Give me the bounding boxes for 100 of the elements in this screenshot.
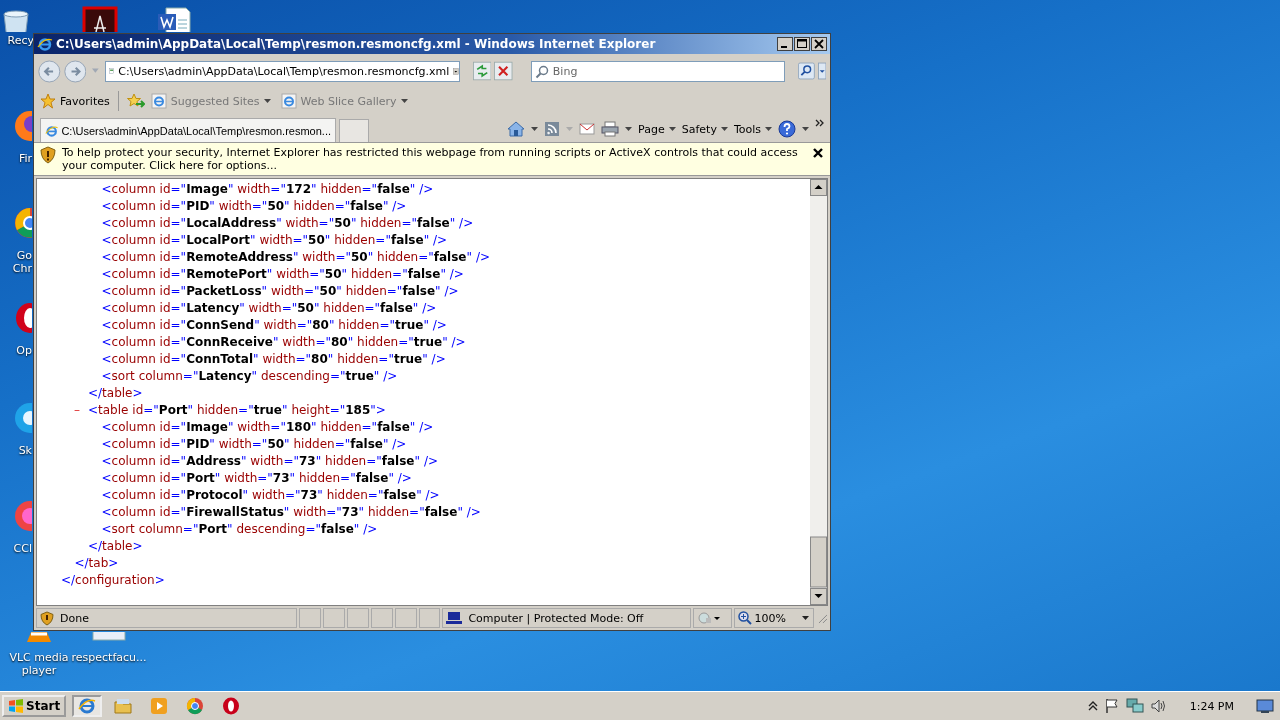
xml-line: <column id="PacketLoss" width="50" hidden="false" />	[101, 283, 459, 300]
forward-button[interactable]	[63, 57, 87, 85]
shield-icon	[40, 610, 54, 626]
zoom-button[interactable]: 100%	[733, 608, 815, 628]
xml-line: <column id="Address" width="73" hidden="false" />	[101, 453, 438, 470]
home-icon[interactable]	[507, 120, 526, 138]
printer-icon[interactable]	[601, 121, 620, 137]
mail-icon[interactable]	[579, 122, 596, 136]
xml-line: </table>	[88, 385, 143, 402]
xml-line: </tab>	[74, 555, 119, 572]
internet-explorer-icon	[150, 93, 167, 109]
xml-line: <column id="LocalAddress" width="50" hidden="false" />	[101, 215, 474, 232]
windows-logo-icon	[8, 698, 24, 714]
caret-icon[interactable]	[817, 61, 826, 81]
caret-icon	[720, 126, 728, 132]
show-desktop-button[interactable]	[1256, 698, 1274, 714]
flag-icon[interactable]	[1103, 698, 1120, 714]
stop-button[interactable]	[494, 60, 513, 82]
back-button[interactable]	[38, 57, 61, 85]
desktop-icon-label[interactable]: Sk	[18, 444, 32, 457]
internet-explorer-icon	[280, 93, 297, 109]
xml-line: <column id="Image" width="180" hidden="false" />	[101, 419, 434, 436]
help-icon[interactable]	[778, 120, 796, 138]
xml-line: <column id="Latency" width="50" hidden="false" />	[101, 300, 437, 317]
caret-icon	[400, 98, 408, 104]
xml-line: <column id="ConnTotal" width="80" hidden="true" />	[101, 351, 446, 368]
command-menu[interactable]: Tools	[733, 122, 772, 136]
speaker-icon[interactable]	[1149, 698, 1168, 714]
xml-line: </configuration>	[61, 572, 165, 589]
search-button[interactable]	[797, 61, 815, 81]
caret-icon[interactable]	[531, 126, 539, 132]
desktop-icon-label[interactable]: Go Chr	[12, 249, 32, 275]
information-bar[interactable]: To help protect your security, Internet Explorer has restricted this webpage from running scripts or ActiveX controls that could access your computer. Click here for options...	[34, 142, 830, 176]
caret-icon	[765, 126, 772, 132]
caret-icon[interactable]	[625, 126, 633, 132]
xml-line: <column id="PID" width="50" hidden="false" />	[101, 436, 407, 453]
pdf-document-icon[interactable]	[82, 6, 118, 32]
caret-icon	[802, 615, 810, 621]
xml-line: <column id="RemotePort" width="50" hidden="false" />	[101, 266, 464, 283]
window-title: C:\Users\admin\AppData\Local\Temp\resmon.resmoncfg.xml - Windows Internet Explorer	[56, 37, 657, 51]
xml-line: <column id="Port" width="73" hidden="false" />	[101, 470, 412, 487]
chevron-icon[interactable]	[815, 119, 824, 127]
internet-explorer-icon	[77, 696, 98, 716]
minimize-button[interactable]	[777, 37, 793, 51]
address-field[interactable]: C:\Users\admin\AppData\Local\Temp\resmon.resmoncfg.xml	[104, 60, 460, 82]
internet-explorer-icon	[37, 36, 53, 52]
status-panel	[323, 608, 345, 628]
start-button[interactable]: Start	[2, 695, 67, 717]
close-button[interactable]	[811, 37, 827, 51]
xml-line: <table id="Port" hidden="true" height="185">	[88, 402, 386, 419]
chevron-up-icon[interactable]	[1087, 700, 1098, 712]
refresh-button[interactable]	[472, 60, 492, 82]
browser-tab[interactable]: C:\Users\admin\AppData\Local\Temp\resmon.resmon...	[40, 118, 336, 142]
collapse-toggle[interactable]: –	[74, 402, 88, 419]
xml-line: <column id="RemoteAddress" width="50" hidden="false" />	[101, 249, 490, 266]
folder-icon	[113, 696, 134, 716]
opera-icon	[221, 696, 242, 716]
status-panel	[299, 608, 322, 628]
favorites-button[interactable]: Favorites	[40, 93, 110, 109]
resize-grip-icon	[816, 612, 828, 624]
desktop-icon-label[interactable]: respectfacu...	[71, 651, 147, 664]
taskbar-button[interactable]	[72, 695, 103, 717]
xml-line: <column id="ConnReceive" width="80" hidden="true" />	[101, 334, 466, 351]
zoom-icon	[737, 611, 752, 625]
xml-line: </table>	[88, 538, 143, 555]
desktop-icon-label[interactable]: Op	[16, 344, 32, 357]
close-icon[interactable]	[812, 147, 824, 159]
network-icon[interactable]	[1125, 698, 1144, 714]
scroll-bar[interactable]	[810, 179, 827, 605]
desktop-icon-label[interactable]: VLC media player	[6, 651, 72, 677]
computer-icon	[446, 611, 463, 625]
xml-line: <column id="Image" width="172" hidden="false" />	[101, 181, 434, 198]
status-panel	[347, 608, 369, 628]
desktop-icon-label[interactable]: Recy	[7, 34, 34, 47]
maximize-button[interactable]	[794, 37, 810, 51]
caret-icon	[263, 98, 271, 104]
status-panel	[370, 608, 393, 628]
desktop-icon-label[interactable]: Fir	[18, 152, 32, 165]
security-zone-text: Computer | Protected Mode: Off	[468, 611, 644, 625]
xml-line: <column id="Protocol" width="73" hidden="false" />	[101, 487, 440, 504]
command-menu[interactable]: Page	[638, 122, 676, 136]
information-bar-message: To help protect your security, Internet Explorer has restricted this webpage from running scripts or ActiveX controls that could access your computer. Click here for options...	[62, 146, 799, 172]
clock-text: 1:24 PM	[1189, 699, 1234, 713]
status-panel	[418, 608, 441, 628]
caret-icon	[668, 126, 676, 132]
rss-feed-icon[interactable]	[544, 121, 561, 137]
search-field[interactable]: Bing	[530, 60, 785, 82]
xml-line: <column id="FirewallStatus" width="73" hidden="false" />	[101, 504, 481, 521]
search-icon	[534, 64, 549, 79]
media-player-icon	[149, 696, 170, 716]
xml-line: <sort column="Latency" descending="true" />	[101, 368, 398, 385]
status-panel	[394, 608, 417, 628]
xml-line: <column id="ConnSend" width="80" hidden="true" />	[101, 317, 447, 334]
xml-line: <column id="LocalPort" width="50" hidden="false" />	[101, 232, 448, 249]
xml-line: <column id="PID" width="50" hidden="false" />	[101, 198, 407, 215]
desktop-icon-label[interactable]: CCl	[13, 542, 32, 555]
command-menu[interactable]: Safety	[681, 122, 728, 136]
caret-icon[interactable]	[802, 126, 809, 132]
xml-line: <sort column="Port" descending="false" />	[101, 521, 378, 538]
add-favorite-icon[interactable]	[126, 93, 145, 109]
